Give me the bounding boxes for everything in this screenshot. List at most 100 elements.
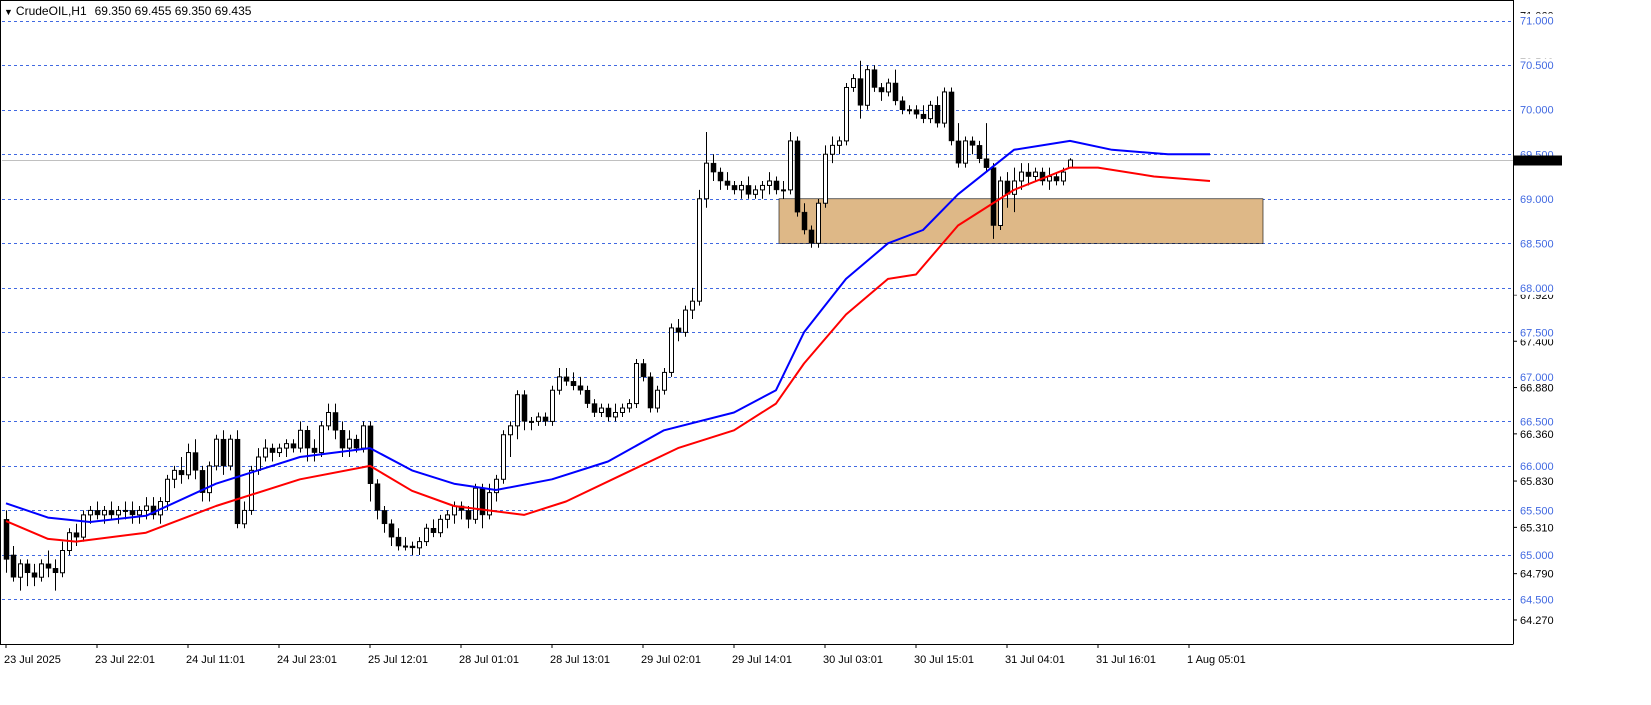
y-tick-label: 65.830: [1520, 476, 1554, 488]
candle-body-bull: [739, 184, 744, 191]
candle-body-bull: [760, 184, 765, 191]
zone-rectangle: [778, 198, 1264, 244]
candle-body-bull: [473, 487, 478, 520]
candle-body-bull: [403, 545, 408, 548]
y-tick-label: 64.270: [1520, 615, 1554, 627]
y-tick-label: 64.790: [1520, 569, 1554, 581]
x-tick-label: 23 Jul 22:01: [95, 654, 155, 666]
candle-body-bear: [409, 545, 416, 549]
candle-body-bull: [88, 509, 93, 516]
candle-body-bull: [319, 425, 324, 454]
candle-body-bull: [18, 563, 23, 578]
candle-body-bull: [438, 518, 443, 534]
candle-body-bear: [724, 180, 731, 186]
candle-body-bear: [570, 381, 577, 387]
x-tick-label: 23 Jul 2025: [4, 654, 61, 666]
price-axis: 71.06070.54067.92067.40066.88066.36065.8…: [1513, 10, 1562, 627]
candle-body-bear: [794, 140, 801, 213]
level-label: 69.000: [1520, 194, 1554, 206]
candle-body-bull: [263, 447, 268, 458]
level-label: 68.500: [1520, 238, 1554, 250]
candle-body-bear: [983, 158, 990, 168]
candle-body-bull: [172, 469, 177, 480]
candle-body-bull: [529, 420, 534, 423]
price-chart[interactable]: 71.06070.54067.92067.40066.88066.36065.8…: [0, 0, 1651, 705]
candle-body-bear: [808, 229, 815, 244]
candle-body-bear: [10, 554, 17, 578]
candle-body-bull: [81, 514, 86, 538]
candle-body-bear: [934, 105, 941, 124]
candle-body-bear: [920, 113, 927, 119]
candle-body-bull: [851, 78, 856, 88]
candle-body-bull: [144, 505, 149, 511]
candle-body-bear: [129, 510, 136, 516]
candle-body-bear: [913, 109, 920, 115]
level-label: 65.000: [1520, 550, 1554, 562]
current-price-marker: [1514, 155, 1562, 166]
candle-body-bear: [479, 487, 486, 516]
candle-body-bear: [731, 185, 738, 191]
candle-body-bear: [871, 69, 878, 88]
level-label: 64.500: [1520, 594, 1554, 606]
candle-body-bull: [347, 438, 352, 449]
candle-body-bull: [697, 198, 702, 302]
candle-body-bear: [24, 563, 31, 574]
candle-body-bull: [963, 140, 968, 164]
candle-body-bull: [669, 327, 674, 373]
candle-body-bear: [304, 430, 311, 449]
candle-body-bull: [886, 82, 891, 93]
candle-body-bull: [508, 425, 513, 436]
candle-body-bear: [73, 532, 80, 538]
y-tick-label: 66.880: [1520, 383, 1554, 395]
level-label: 70.500: [1520, 60, 1554, 72]
candle-body-bear: [381, 510, 388, 525]
x-tick-label: 1 Aug 05:01: [1187, 654, 1246, 666]
candle-body-bull: [788, 140, 793, 191]
candle-body-bull: [907, 109, 912, 112]
candle-body-bull: [844, 86, 849, 142]
candle-body-bull: [837, 140, 842, 146]
candle-body-bull: [550, 389, 555, 422]
candle-body-bear: [801, 211, 808, 231]
x-tick-label: 24 Jul 11:01: [186, 654, 245, 666]
candle-body-bear: [892, 82, 899, 102]
candle-body-bear: [465, 510, 472, 520]
candle-body-bull: [116, 509, 121, 516]
candle-body-bear: [605, 407, 612, 418]
plot-frame: [0, 0, 1514, 645]
candle-body-bull: [690, 300, 695, 311]
candle-body-bear: [990, 167, 997, 226]
candle-body-bull: [816, 202, 821, 244]
candle-body-bear: [976, 145, 983, 159]
candle-body-bull: [823, 153, 828, 204]
candle-body-bull: [242, 509, 247, 525]
level-label: 67.500: [1520, 327, 1554, 339]
candle-body-bull: [662, 371, 667, 391]
candle-body-bull: [186, 452, 191, 476]
candle-body-bear: [584, 389, 591, 404]
y-tick-label: 65.310: [1520, 522, 1554, 534]
level-label: 66.500: [1520, 416, 1554, 428]
candle-body-bull: [298, 429, 303, 449]
level-label: 71.000: [1520, 16, 1554, 28]
x-tick-label: 31 Jul 16:01: [1096, 654, 1156, 666]
candle-body-bull: [536, 416, 541, 422]
candle-body-bear: [374, 483, 381, 511]
candle-body-bear: [857, 78, 864, 106]
candle-body-bull: [417, 541, 422, 549]
candle-body-bull: [277, 447, 282, 454]
candle-body-bull: [557, 376, 562, 391]
candle-body-bear: [3, 519, 10, 560]
candle-body-bear: [542, 416, 549, 422]
candle-body-bull: [998, 180, 1003, 226]
candle-body-bull: [942, 91, 947, 124]
candle-body-bear: [339, 430, 346, 449]
candle-body-bear: [367, 425, 374, 484]
candle-body-bull: [326, 411, 331, 427]
candle-body-bull: [655, 389, 660, 409]
candle-body-bull: [207, 465, 212, 494]
candle-body-bear: [192, 452, 199, 471]
x-tick-label: 29 Jul 14:01: [732, 654, 792, 666]
candle-body-bull: [753, 189, 758, 195]
candle-body-bull: [634, 363, 639, 405]
